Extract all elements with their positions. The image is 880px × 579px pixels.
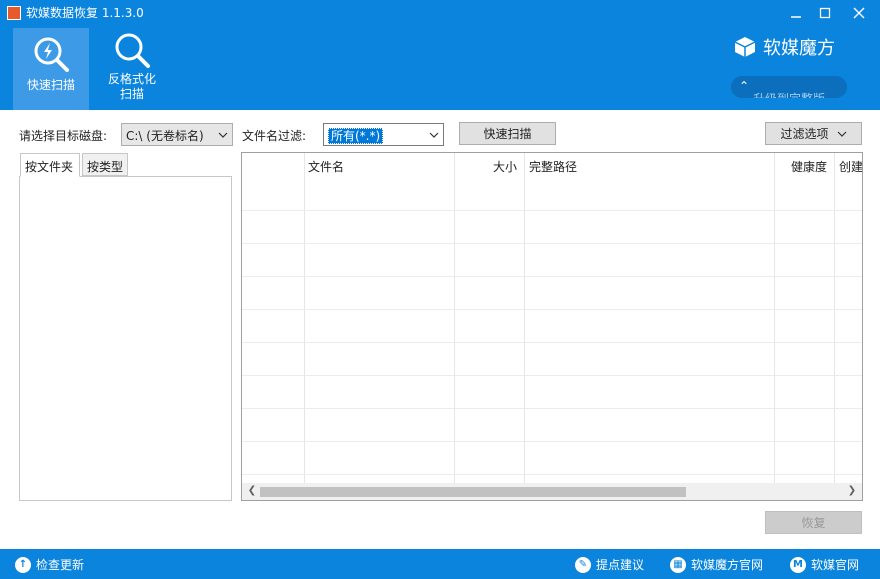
close-button[interactable] xyxy=(844,0,874,26)
main-content: 请选择目标磁盘: C:\ (无卷标名) 文件名过滤: 所有(*.*) 快速扫描 … xyxy=(0,110,880,549)
unformat-scan-tool-button[interactable]: 反格式化 扫描 xyxy=(96,28,168,110)
recover-button-label: 恢复 xyxy=(801,516,826,530)
row-divider xyxy=(242,276,862,277)
chevron-down-icon xyxy=(429,132,439,138)
filter-options-button[interactable]: 过滤选项 xyxy=(765,122,862,145)
quick-scan-label: 快速扫描 xyxy=(26,78,75,92)
feedback-link[interactable]: ✎ 提点建议 xyxy=(575,556,644,573)
quick-scan-button-label: 快速扫描 xyxy=(483,127,532,141)
filter-select-value: 所有(*.*) xyxy=(328,128,384,144)
column-divider xyxy=(524,153,525,483)
arrow-up-icon: ↑ xyxy=(15,556,31,573)
tab-by-type[interactable]: 按类型 xyxy=(82,153,128,176)
scroll-left-icon[interactable]: ❮ xyxy=(244,485,260,498)
quick-scan-tool-button[interactable]: 快速扫描 xyxy=(13,28,89,110)
chevron-down-icon xyxy=(218,132,228,138)
scroll-right-icon[interactable]: ❯ xyxy=(844,485,860,498)
column-created[interactable]: 创建 xyxy=(839,158,862,175)
title-bar: 软媒数据恢复 1.1.3.0 快速扫描 反格式化 扫描 软媒魔方 ⌃ 升级到完整 xyxy=(0,0,880,110)
row-divider xyxy=(242,309,862,310)
column-divider xyxy=(454,153,455,483)
column-filename[interactable]: 文件名 xyxy=(308,158,344,175)
disk-select[interactable]: C:\ (无卷标名) xyxy=(121,123,233,146)
disk-select-value: C:\ (无卷标名) xyxy=(126,129,204,143)
row-divider xyxy=(242,342,862,343)
maximize-button[interactable] xyxy=(810,0,840,26)
column-size[interactable]: 大小 xyxy=(493,158,517,175)
chevron-up-icon: ⌃ xyxy=(739,79,750,93)
file-list[interactable]: 文件名 大小 完整路径 健康度 创建 ❮ ❯ xyxy=(241,152,863,501)
row-divider xyxy=(242,408,862,409)
column-health[interactable]: 健康度 xyxy=(791,158,827,175)
ruanmei-site-label: 软媒官网 xyxy=(811,558,860,572)
window-title: 软媒数据恢复 1.1.3.0 xyxy=(26,6,144,20)
tab-by-type-label: 按类型 xyxy=(87,160,124,174)
minimize-icon xyxy=(791,16,801,18)
chevron-down-icon xyxy=(837,131,846,137)
ruanmei-site-link[interactable]: M 软媒官网 xyxy=(790,556,859,573)
unformat-scan-label-1: 反格式化 xyxy=(107,72,156,86)
tab-by-folder-label: 按文件夹 xyxy=(25,160,74,174)
row-divider xyxy=(242,243,862,244)
grid-icon: ▦ xyxy=(670,556,686,573)
row-divider xyxy=(242,375,862,376)
column-full-path[interactable]: 完整路径 xyxy=(529,158,577,175)
maximize-icon xyxy=(819,7,831,19)
upgrade-label: 升级到完整版 xyxy=(753,90,825,98)
check-update-link[interactable]: ↑ 检查更新 xyxy=(15,556,84,573)
row-divider xyxy=(242,474,862,475)
mofang-site-label: 软媒魔方官网 xyxy=(691,558,764,572)
tab-by-folder[interactable]: 按文件夹 xyxy=(20,153,80,177)
mofang-site-link[interactable]: ▦ 软媒魔方官网 xyxy=(670,556,763,573)
quick-scan-icon xyxy=(34,37,69,72)
status-bar: ↑ 检查更新 ✎ 提点建议 ▦ 软媒魔方官网 M 软媒官网 xyxy=(0,549,880,579)
filter-options-label: 过滤选项 xyxy=(780,127,829,141)
feedback-label: 提点建议 xyxy=(596,558,645,572)
column-divider xyxy=(304,153,305,483)
scrollbar-thumb[interactable] xyxy=(260,487,686,497)
check-update-label: 检查更新 xyxy=(36,558,85,572)
quick-scan-button[interactable]: 快速扫描 xyxy=(459,122,556,145)
column-divider xyxy=(834,153,835,483)
unformat-scan-label-2: 扫描 xyxy=(119,87,144,101)
horizontal-scrollbar[interactable]: ❮ ❯ xyxy=(242,483,862,500)
ruanmei-logo-icon: M xyxy=(790,556,806,573)
disk-label: 请选择目标磁盘: xyxy=(19,129,108,143)
row-divider xyxy=(242,210,862,211)
lightbulb-icon: ✎ xyxy=(575,556,591,573)
close-icon xyxy=(853,7,865,19)
cube-icon xyxy=(734,37,756,57)
file-list-header: 文件名 大小 完整路径 健康度 创建 xyxy=(242,153,862,177)
app-icon xyxy=(7,6,21,20)
folder-tree[interactable] xyxy=(19,176,232,501)
unformat-scan-icon xyxy=(115,33,150,68)
upgrade-button[interactable]: ⌃ 升级到完整版 xyxy=(731,76,847,98)
filter-select[interactable]: 所有(*.*) xyxy=(323,123,444,146)
row-divider xyxy=(242,441,862,442)
column-divider xyxy=(774,153,775,483)
recover-button[interactable]: 恢复 xyxy=(765,511,862,534)
brand-logo: 软媒魔方 xyxy=(733,34,835,60)
minimize-button[interactable] xyxy=(781,0,811,26)
brand-name: 软媒魔方 xyxy=(763,38,835,59)
filter-label: 文件名过滤: xyxy=(242,129,307,143)
